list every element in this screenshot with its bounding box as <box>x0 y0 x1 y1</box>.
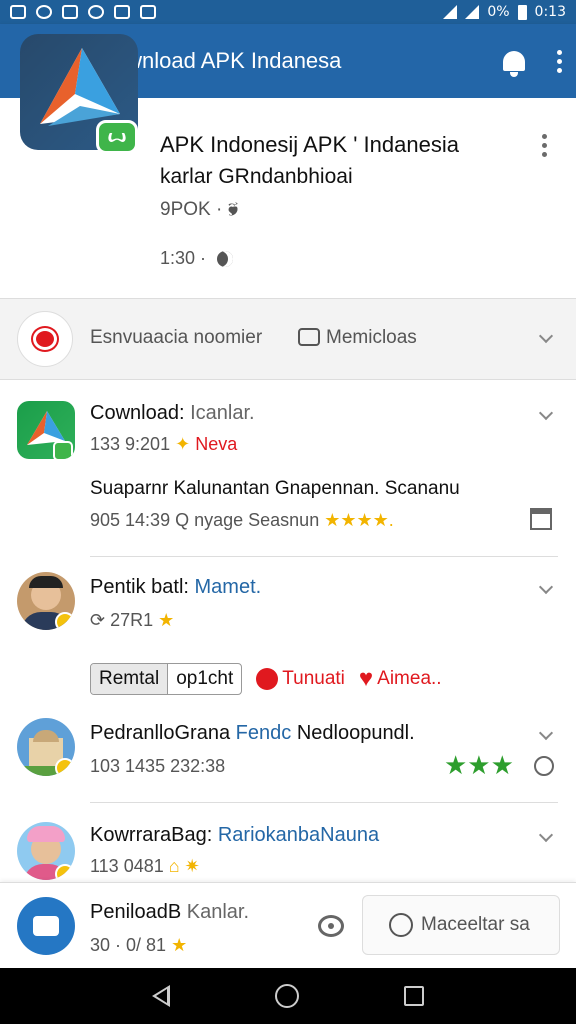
notification-bell-button[interactable] <box>486 24 542 98</box>
notification-icon <box>36 5 52 19</box>
moon-icon <box>217 251 234 268</box>
source-logo-icon <box>17 311 73 367</box>
user-avatar <box>17 822 75 880</box>
signal-icon <box>443 5 458 19</box>
list-item[interactable]: PedranlloGrana Fendc Nedloopundl. 103 14… <box>0 716 576 806</box>
app-meta-version: 1:30 · <box>160 248 207 268</box>
system-navigation-bar <box>0 968 576 1024</box>
clock: 0:13 <box>534 4 566 20</box>
sparkle-icon: ✷ <box>184 856 200 876</box>
chat-app-icon[interactable] <box>17 897 75 955</box>
chevron-down-icon[interactable] <box>538 405 554 421</box>
item-title: PedranlloGrana Fendc Nedloopundl. <box>90 722 415 744</box>
user-avatar <box>17 572 75 630</box>
bell-icon <box>503 51 525 77</box>
whatsapp-icon <box>389 913 413 937</box>
message-button[interactable]: Maceeltar sa <box>362 895 560 955</box>
eye-icon[interactable] <box>318 915 344 937</box>
list-item[interactable]: Cownload: Icanlar. 133 9:201 ✦ Neva Suap… <box>0 398 576 558</box>
item-app-icon <box>17 401 75 459</box>
nav-back-icon[interactable] <box>152 985 171 1007</box>
comment-icon <box>298 328 320 346</box>
battery-percent: 0% <box>487 4 510 20</box>
item-title: KowrraraBag: RariokanbaNauna <box>90 824 380 846</box>
nav-recents-icon[interactable] <box>403 986 424 1006</box>
bottom-action-bar: PeniloadB Kanlar. 30 · 0/ 81 ★ Maceeltar… <box>0 882 576 968</box>
item-title: Cownload: Icanlar. <box>90 402 255 424</box>
divider <box>90 556 558 557</box>
app-title: APK Indonesij APK ' Indanesia <box>160 132 459 157</box>
chip-rental[interactable]: Remtal <box>91 664 169 694</box>
fire-icon: ✦ <box>175 434 191 454</box>
filter-label: Esnvuaacia noomier <box>90 327 263 348</box>
chip-row: Remtal op1cht Tunuati ♥ Aimea.. <box>90 663 442 695</box>
alert-icon <box>256 668 279 690</box>
new-tag: Neva <box>195 434 238 454</box>
nav-home-icon[interactable] <box>274 984 299 1008</box>
app-badge-icon: ꙍ <box>96 120 138 154</box>
app-bar-title: Download APK Indanesa <box>98 48 342 73</box>
app-meta: 9POK · 🙘 <box>160 199 239 220</box>
chevron-down-icon[interactable] <box>538 827 554 843</box>
home-icon: ⌂ <box>168 856 180 876</box>
rating-stars: ★★★★. <box>324 510 394 530</box>
item-meta: 133 9:201 ✦ Neva <box>90 434 238 454</box>
filter-bar[interactable]: Esnvuaacia noomier Memicloas <box>0 298 576 380</box>
app-subtitle: karlar GRndanbhioai <box>160 165 353 188</box>
divider <box>90 802 558 803</box>
notification-icon <box>88 5 104 19</box>
chevron-down-icon[interactable] <box>538 328 554 344</box>
bottom-item-meta: 30 · 0/ 81 ★ <box>90 935 188 955</box>
chevron-down-icon[interactable] <box>538 725 554 741</box>
item-meta: 103 1435 232:38 <box>90 756 226 776</box>
emoji-icon[interactable] <box>534 756 554 776</box>
notification-icon <box>10 5 26 19</box>
heart-icon: ♥ <box>358 665 374 692</box>
comments-filter[interactable]: Memicloas <box>298 327 417 349</box>
item-title: Pentik batl: Mamet. <box>90 576 262 598</box>
red-chip[interactable]: Tunuati <box>256 668 345 690</box>
list-item[interactable]: Pentik batl: Mamet. ⟳ 27R1 ★ <box>0 570 576 650</box>
app-meta-secondary: 1:30 · <box>160 248 234 269</box>
message-button-label: Maceeltar sa <box>421 914 530 935</box>
status-bar: 0% 0:13 <box>0 0 576 24</box>
favorite-chip[interactable]: ♥ Aimea.. <box>359 665 442 693</box>
item-meta: 113 0481 ⌂ ✷ <box>90 856 200 876</box>
battery-icon <box>517 4 527 20</box>
building-avatar <box>17 718 75 776</box>
overflow-menu-button[interactable] <box>542 24 576 98</box>
signal-icon <box>465 5 480 19</box>
storefront-icon[interactable] <box>530 508 552 530</box>
bottom-item-title: PeniloadB Kanlar. <box>90 901 250 923</box>
system-indicators: 0% 0:13 <box>443 4 566 20</box>
comments-filter-label: Memicloas <box>326 327 417 348</box>
rating-stars: ★★★ <box>444 750 514 780</box>
item-description-meta: 905 14:39 Q nyage Seasnun ★★★★. <box>90 510 394 530</box>
chevron-down-icon[interactable] <box>538 579 554 595</box>
notification-icons <box>10 5 156 19</box>
item-description: Suaparnr Kalunantan Gnapennan. Scananu <box>90 478 460 499</box>
notification-icon <box>114 5 130 19</box>
list-item[interactable]: KowrraraBag: RariokanbaNauna 113 0481 ⌂ … <box>0 818 576 882</box>
app-card-menu-button[interactable] <box>538 130 551 161</box>
notification-icon <box>62 5 78 19</box>
chip-option[interactable]: op1cht <box>168 664 241 694</box>
reply-icon: ⟳ <box>90 610 106 630</box>
segmented-control[interactable]: Remtal op1cht <box>90 663 243 695</box>
item-meta: ⟳ 27R1 ★ <box>90 610 175 630</box>
notification-icon <box>140 5 156 19</box>
